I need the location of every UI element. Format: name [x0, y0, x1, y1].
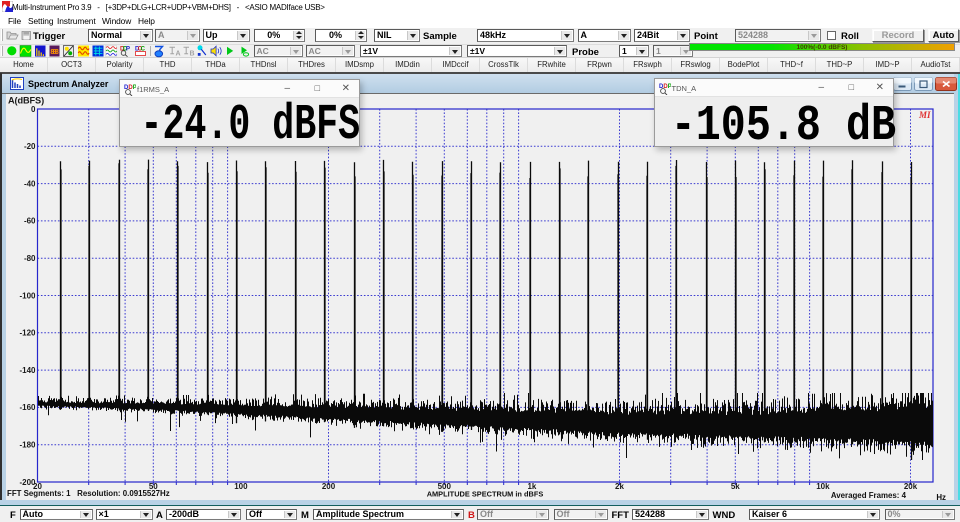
- svg-text:-60: -60: [24, 217, 36, 226]
- svg-text:-200: -200: [19, 478, 36, 487]
- svg-text:AMPLITUDE SPECTRUM in dBFS: AMPLITUDE SPECTRUM in dBFS: [427, 490, 544, 499]
- svg-text:10k: 10k: [816, 482, 830, 491]
- svg-text:20k: 20k: [904, 482, 918, 491]
- svg-text:A: A: [176, 51, 181, 58]
- svg-text:-80: -80: [24, 254, 36, 263]
- svg-text:-40: -40: [24, 179, 36, 188]
- svg-text:-180: -180: [19, 441, 36, 450]
- svg-text:MI: MI: [918, 110, 931, 120]
- svg-text:B: B: [190, 51, 195, 58]
- svg-text:2k: 2k: [615, 482, 624, 491]
- svg-text:Averaged Frames: 4: Averaged Frames: 4: [831, 491, 907, 500]
- svg-text:200: 200: [322, 482, 336, 491]
- svg-text:-140: -140: [19, 366, 36, 375]
- svg-text:-160: -160: [19, 403, 36, 412]
- svg-text:888: 888: [50, 49, 59, 57]
- svg-text:A(dBFS): A(dBFS): [8, 96, 44, 106]
- svg-text:100: 100: [234, 482, 248, 491]
- svg-text:-100: -100: [19, 291, 36, 300]
- svg-text:Hz: Hz: [936, 493, 946, 502]
- svg-text:FFT Segments: 1 Resolution:: FFT Segments: 1 Resolution: 0.0915527Hz: [7, 489, 170, 498]
- svg-text:-20: -20: [24, 142, 36, 151]
- svg-text:0: 0: [31, 105, 36, 114]
- svg-text:-120: -120: [19, 329, 36, 338]
- svg-text:5k: 5k: [731, 482, 740, 491]
